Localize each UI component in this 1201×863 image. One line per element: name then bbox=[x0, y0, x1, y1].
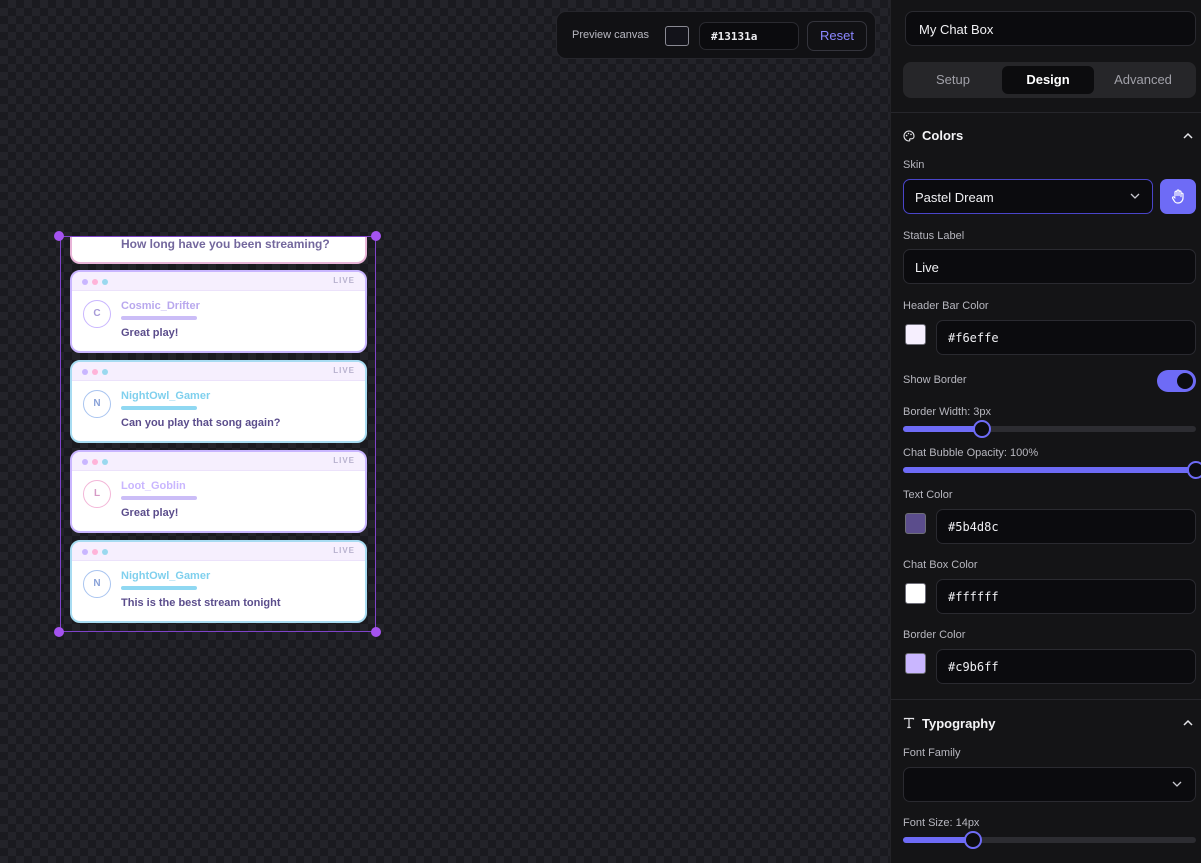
tab-bar: Setup Design Advanced bbox=[903, 62, 1196, 98]
settings-panel: My Chat Box Setup Design Advanced Colors… bbox=[890, 0, 1201, 863]
font-family-select[interactable] bbox=[903, 767, 1196, 802]
chevron-down-icon bbox=[1172, 781, 1182, 787]
status-label-input[interactable]: Live bbox=[903, 249, 1196, 284]
text-color-swatch[interactable] bbox=[905, 513, 926, 534]
resize-handle-top-left[interactable] bbox=[54, 231, 64, 241]
chevron-up-icon[interactable] bbox=[1183, 719, 1193, 727]
show-border-label: Show Border bbox=[903, 374, 967, 386]
bubble-opacity-label: Chat Bubble Opacity: 100% bbox=[903, 447, 1039, 459]
show-border-toggle[interactable] bbox=[1157, 370, 1196, 392]
border-color-input[interactable]: #c9b6ff bbox=[936, 649, 1196, 684]
tab-design[interactable]: Design bbox=[1002, 66, 1094, 94]
preview-canvas-label: Preview canvas bbox=[572, 29, 650, 41]
resize-handle-bottom-right[interactable] bbox=[371, 627, 381, 637]
selection-frame[interactable] bbox=[60, 236, 376, 632]
bubble-opacity-slider[interactable] bbox=[903, 461, 1201, 479]
canvas-color-swatch[interactable] bbox=[665, 26, 689, 46]
preview-toolbar: Preview canvas #13131a Reset bbox=[556, 11, 876, 59]
hand-icon bbox=[1171, 189, 1184, 204]
chat-box-color-swatch[interactable] bbox=[905, 583, 926, 604]
font-family-label: Font Family bbox=[903, 747, 961, 759]
resize-handle-bottom-left[interactable] bbox=[54, 627, 64, 637]
text-type-icon bbox=[903, 717, 915, 729]
palette-icon bbox=[903, 130, 915, 142]
border-width-slider[interactable] bbox=[903, 420, 1196, 438]
chat-box-color-label: Chat Box Color bbox=[903, 559, 978, 571]
chat-box-color-input[interactable]: #ffffff bbox=[936, 579, 1196, 614]
border-color-swatch[interactable] bbox=[905, 653, 926, 674]
toggle-knob bbox=[1177, 373, 1193, 389]
header-bar-color-swatch[interactable] bbox=[905, 324, 926, 345]
font-size-label: Font Size: 14px bbox=[903, 817, 980, 829]
text-color-label: Text Color bbox=[903, 489, 953, 501]
chevron-up-icon[interactable] bbox=[1183, 132, 1193, 140]
divider bbox=[891, 112, 1201, 113]
status-label-label: Status Label bbox=[903, 230, 965, 242]
font-size-slider[interactable] bbox=[903, 831, 1196, 849]
reset-button[interactable]: Reset bbox=[807, 21, 867, 51]
tab-advanced[interactable]: Advanced bbox=[1097, 66, 1189, 94]
border-color-label: Border Color bbox=[903, 629, 966, 641]
border-width-label: Border Width: 3px bbox=[903, 406, 992, 418]
skin-action-button[interactable] bbox=[1160, 179, 1196, 214]
slider-thumb[interactable] bbox=[973, 420, 992, 438]
skin-label: Skin bbox=[903, 159, 925, 171]
skin-select[interactable]: Pastel Dream bbox=[903, 179, 1153, 214]
chatbox-name-input[interactable]: My Chat Box bbox=[905, 11, 1196, 46]
slider-thumb[interactable] bbox=[1187, 461, 1201, 479]
slider-fill bbox=[903, 467, 1196, 473]
resize-handle-top-right[interactable] bbox=[371, 231, 381, 241]
header-bar-color-input[interactable]: #f6effe bbox=[936, 320, 1196, 355]
tab-setup[interactable]: Setup bbox=[907, 66, 999, 94]
slider-fill bbox=[903, 837, 974, 843]
chevron-down-icon bbox=[1130, 193, 1140, 199]
slider-fill bbox=[903, 426, 983, 432]
slider-thumb[interactable] bbox=[964, 831, 983, 849]
canvas-color-input[interactable]: #13131a bbox=[699, 22, 799, 50]
header-bar-color-label: Header Bar Color bbox=[903, 300, 989, 312]
text-color-input[interactable]: #5b4d8c bbox=[936, 509, 1196, 544]
divider bbox=[891, 699, 1201, 700]
typography-section-title[interactable]: Typography bbox=[922, 716, 995, 731]
colors-section-title[interactable]: Colors bbox=[922, 128, 963, 143]
